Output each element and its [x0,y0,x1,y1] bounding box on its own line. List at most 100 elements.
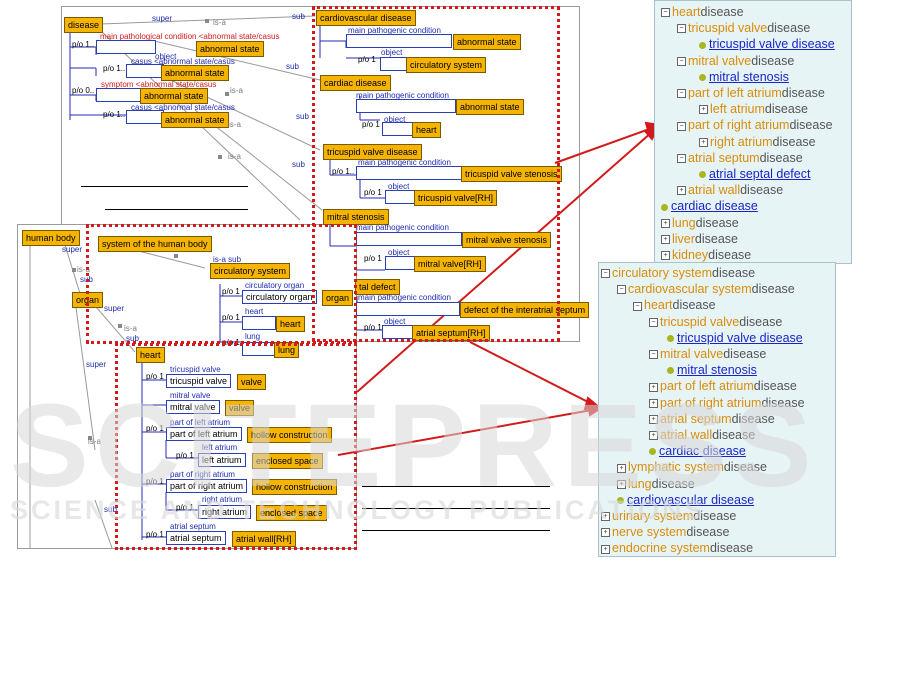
tree-node-suffix: disease [695,215,739,230]
disease-link[interactable]: tricuspid valve disease [677,331,803,345]
tree-row[interactable]: − heartdisease [633,297,716,313]
tree-row[interactable]: − atrial septumdisease [677,150,803,166]
tree-row[interactable]: mitral stenosis [699,69,789,85]
tree-row[interactable]: tricuspid valve disease [699,36,835,52]
disease-link[interactable]: atrial septal defect [709,167,810,181]
sub-label: sub [292,12,305,21]
heart-disease-tree: − heartdisease − tricuspid valvedisease tric… [654,0,852,264]
tree-row[interactable]: − tricuspid valvedisease [649,314,782,330]
tree-row[interactable]: mitral stenosis [667,362,757,378]
cardinality-label: p/o 0.. [72,86,95,95]
tree-node-suffix: disease [789,118,833,133]
slot-box [96,88,144,102]
tree-row[interactable]: + endocrine systemdisease [601,540,753,556]
tree-row[interactable]: − tricuspid valvedisease [677,20,810,36]
expand-icon[interactable]: + [699,105,708,115]
abnormal-state-node[interactable]: abnormal state [161,65,229,81]
tree-row[interactable]: cardiac disease [661,198,758,214]
tree-row[interactable]: − mitral valvedisease [649,346,766,362]
tree-node-suffix: disease [723,347,767,361]
tree-node-entity: part of left atrium [688,86,782,100]
super-label: super [86,360,107,369]
slot-box [126,64,164,78]
leaf-dot-icon [699,74,706,81]
disease-link[interactable]: tricuspid valve disease [709,37,835,51]
collapse-icon[interactable]: − [617,285,626,295]
tree-row[interactable]: + lungdisease [661,215,739,231]
leaf-dot-icon [661,203,668,211]
tree-node-suffix: disease [751,53,795,68]
disease-link[interactable]: mitral stenosis [709,70,789,84]
collapse-icon[interactable]: − [677,154,686,163]
collapse-icon[interactable]: − [649,317,658,327]
tree-node-entity: atrial septum [688,150,760,165]
tree-row[interactable]: − heartdisease [661,4,744,20]
tree-node-suffix: disease [708,248,752,262]
slot-box [126,110,164,124]
collapse-icon[interactable]: − [677,56,686,66]
abnormal-state-node[interactable]: abnormal state [140,88,208,104]
expand-icon[interactable]: + [661,251,670,261]
human-body-node[interactable]: human body [22,230,80,246]
expand-icon[interactable]: + [601,544,610,554]
abnormal-state-node[interactable]: abnormal state [161,112,229,128]
tree-row[interactable]: − cardiovascular systemdisease [617,281,795,297]
collapse-icon[interactable]: − [677,121,686,131]
tree-row[interactable]: atrial septal defect [699,166,810,182]
expand-icon[interactable]: + [601,528,610,538]
tree-row[interactable]: − mitral valvedisease [677,53,794,69]
watermark-title: SCITEPRESS [10,380,818,512]
disease-node[interactable]: disease [64,17,104,33]
tree-row[interactable]: + kidneydisease [661,247,751,263]
disease-link[interactable]: cardiac disease [671,199,758,213]
tree-node-entity: right atrium [710,134,773,149]
abnormal-state-node[interactable]: abnormal state [196,41,264,57]
collapse-icon[interactable]: − [661,8,670,18]
collapse-icon[interactable]: − [649,350,658,360]
tree-row[interactable]: + right atriumdisease [699,134,816,150]
tree-node-suffix: disease [740,183,784,198]
tree-node-entity: atrial wall [688,183,741,198]
disease-link[interactable]: mitral stenosis [677,363,757,377]
blank-line [81,186,248,187]
collapse-icon[interactable]: − [677,24,686,34]
tree-node-suffix: disease [739,314,783,329]
expand-icon[interactable]: + [677,186,686,196]
watermark-subtitle: SCIENCE AND TECHNOLOGY PUBLICATIONS [10,495,706,525]
collapse-icon[interactable]: − [601,269,610,279]
tree-row[interactable]: + left atriumdisease [699,101,808,117]
expand-icon[interactable]: + [699,137,708,147]
sub-label: sub [286,62,299,71]
tree-node-suffix: disease [709,541,754,556]
collapse-icon[interactable]: − [633,301,642,311]
tree-node-entity: endocrine system [612,541,710,556]
tree-row[interactable]: + liverdisease [661,231,738,247]
tree-row[interactable]: + nerve systemdisease [601,524,729,540]
tree-node-suffix: disease [686,525,730,540]
leaf-dot-icon [699,41,706,49]
is-a-label: is-a [230,86,243,95]
expand-icon[interactable]: + [661,218,670,228]
tree-node-entity: tricuspid valve [660,314,740,329]
leaf-dot-icon [667,335,674,342]
highlight-region [86,224,357,344]
cardinality-label: p/o 1.. [103,110,126,119]
tree-row[interactable]: tricuspid valve disease [667,330,803,346]
super-label: super [62,245,83,254]
tree-node-suffix: disease [759,150,803,165]
tree-row[interactable]: − circulatory systemdisease [601,265,755,281]
tree-node-suffix: disease [764,102,808,117]
cardinality-label: p/o 1.. [72,40,95,49]
tree-node-suffix: disease [712,266,756,280]
cardinality-label: p/o 1.. [103,64,126,73]
tree-node-entity: tricuspid valve [688,21,768,36]
is-a-label: is-a [228,152,241,161]
collapse-icon[interactable]: − [677,89,686,99]
expand-icon[interactable]: + [661,235,670,244]
tree-row[interactable]: − part of right atriumdisease [677,117,833,133]
tree-row[interactable]: + atrial walldisease [677,182,783,198]
tree-node-entity: cardiovascular system [628,282,752,297]
tree-node-suffix: disease [700,5,744,19]
tree-row[interactable]: − part of left atriumdisease [677,85,825,101]
blank-line [362,530,550,531]
